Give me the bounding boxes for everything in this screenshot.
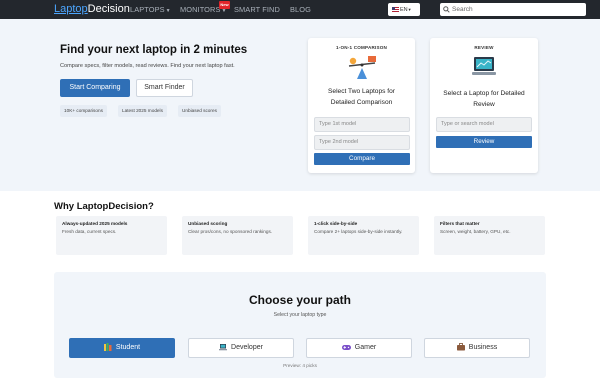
feature-heading: Always-updated 2025 models xyxy=(62,221,128,226)
site-logo[interactable]: LaptopDecision xyxy=(54,3,130,15)
logo-text-laptop: Laptop xyxy=(54,3,88,15)
search-input[interactable]: Search xyxy=(440,3,586,16)
path-gamer-button[interactable]: Gamer xyxy=(306,338,412,358)
comparison-card: 1-ON-1 COMPARISON Select Two Laptops for… xyxy=(308,38,415,173)
why-section-title: Why LaptopDecision? xyxy=(54,201,154,212)
gamepad-icon xyxy=(341,344,351,350)
balance-scale-icon xyxy=(348,56,376,79)
path-business-button[interactable]: Business xyxy=(424,338,530,358)
books-icon xyxy=(103,343,112,352)
language-label: EN xyxy=(400,7,408,13)
comparison-card-title: Select Two Laptops for Detailed Comparis… xyxy=(328,88,395,106)
us-flag-icon xyxy=(392,7,399,13)
path-student-button[interactable]: Student xyxy=(69,338,175,358)
nav-item-monitors-label: MONITORS xyxy=(180,5,221,14)
first-model-input[interactable]: Type 1st model xyxy=(314,117,410,132)
path-developer-label: Developer xyxy=(231,344,263,351)
choose-path-title: Choose your path xyxy=(248,293,351,307)
feature-heading: Filters that matter xyxy=(440,221,480,226)
nav-item-smart-find[interactable]: SMART FIND xyxy=(234,5,280,14)
path-developer-button[interactable]: Developer xyxy=(188,338,294,358)
nav-item-blog[interactable]: BLOG xyxy=(290,5,311,14)
laptop-icon xyxy=(472,57,496,75)
feature-heading: 1-click side-by-side xyxy=(314,221,358,226)
chip-unbiased-scores: Unbiased scores xyxy=(178,105,221,117)
hero-subtitle: Compare specs, filter models, read revie… xyxy=(60,63,235,69)
briefcase-icon xyxy=(456,343,465,351)
language-selector[interactable]: EN▼ xyxy=(388,3,420,16)
nav-item-laptops-label: LAPTOPS xyxy=(130,5,165,14)
feature-description: Fresh data, current specs. xyxy=(62,229,117,234)
path-gamer-label: Gamer xyxy=(354,344,377,351)
smart-finder-button[interactable]: Smart Finder xyxy=(136,79,193,97)
feature-description: Compare 2+ laptops side-by-side instantl… xyxy=(314,229,403,234)
review-card-title: Select a Laptop for Detailed Review xyxy=(443,90,525,108)
start-comparing-button[interactable]: Start Comparing xyxy=(60,79,130,97)
review-card: REVIEW Select a Laptop for Detailed Revi… xyxy=(430,38,538,173)
feature-card: 1-click side-by-side Compare 2+ laptops … xyxy=(308,216,419,255)
review-button[interactable]: Review xyxy=(436,136,532,148)
choose-path-section: Choose your path Select your laptop type… xyxy=(54,272,546,378)
compare-button[interactable]: Compare xyxy=(314,153,410,165)
caret-down-icon: ▼ xyxy=(165,8,171,14)
choose-path-subtitle: Select your laptop type xyxy=(273,312,327,318)
second-model-input[interactable]: Type 2nd model xyxy=(314,135,410,150)
hero-title: Find your next laptop in 2 minutes xyxy=(60,44,248,56)
chip-latest-models: Latest 2025 models xyxy=(118,105,167,117)
path-student-label: Student xyxy=(115,344,141,351)
chip-comparisons: 10K+ comparisons xyxy=(60,105,107,117)
preview-count: Preview: 4 picks xyxy=(283,363,317,368)
search-icon xyxy=(443,6,450,13)
new-badge: New xyxy=(219,1,230,9)
feature-card: Filters that matter Screen, weight, batt… xyxy=(434,216,545,255)
feature-card: Always-updated 2025 models Fresh data, c… xyxy=(56,216,167,255)
search-placeholder: Search xyxy=(452,6,473,13)
path-business-label: Business xyxy=(468,344,498,351)
nav-item-laptops[interactable]: LAPTOPS▼ xyxy=(130,5,171,14)
top-navbar: LaptopDecision LAPTOPS▼ MONITORS▼ New SM… xyxy=(0,0,600,19)
feature-heading: Unbiased scoring xyxy=(188,221,228,226)
feature-description: Screen, weight, battery, GPU, etc. xyxy=(440,229,511,234)
review-model-input[interactable]: Type or search model xyxy=(436,117,532,132)
review-card-caption: REVIEW xyxy=(474,45,494,50)
comparison-card-caption: 1-ON-1 COMPARISON xyxy=(335,45,388,50)
caret-down-icon: ▼ xyxy=(407,7,412,12)
logo-text-decision: Decision xyxy=(87,3,130,15)
feature-card: Unbiased scoring Clear pros/cons, no spo… xyxy=(182,216,293,255)
feature-description: Clear pros/cons, no sponsored rankings. xyxy=(188,229,273,234)
laptop-icon xyxy=(219,344,228,351)
